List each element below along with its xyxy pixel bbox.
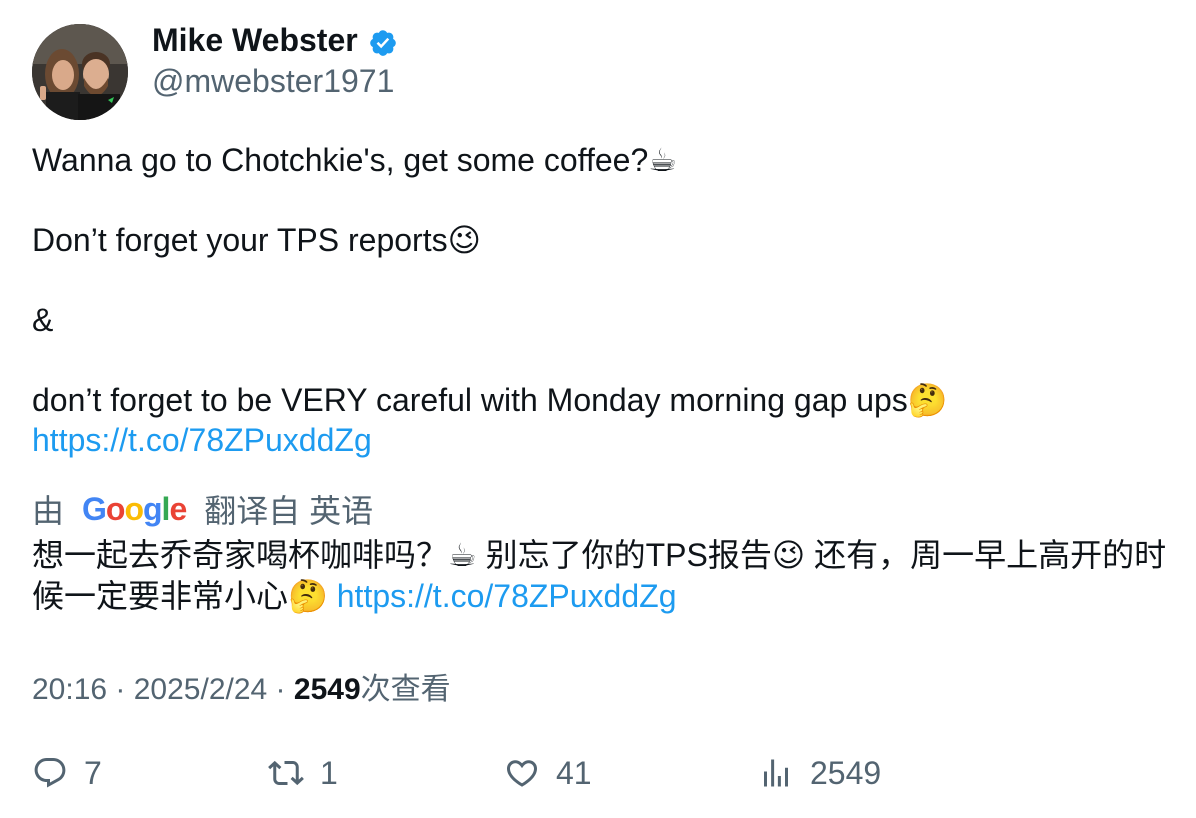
tweet-line: don’t forget to be VERY careful with Mon… (32, 382, 948, 418)
reply-icon (34, 758, 66, 788)
views-action-count: 2549 (810, 754, 882, 791)
tweet-meta: 20:16 · 2025/2/24 · 2549次查看 (32, 664, 451, 708)
heart-icon (506, 760, 538, 787)
translation-prefix: 由 (32, 493, 65, 529)
views-label: 次查看 (360, 673, 451, 706)
reply-count: 7 (84, 754, 102, 791)
tweet-card: Mike Webster @mwebster1971 Wanna go to C… (0, 0, 1196, 818)
tweet-line: & (32, 302, 54, 338)
meta-separator: · (267, 673, 294, 706)
reply-button[interactable]: 7 (32, 748, 102, 798)
analytics-icon (764, 759, 788, 787)
translated-text: 想一起去乔奇家喝杯咖啡吗？☕ 别忘了你的TPS报告😉 还有，周一早上高开的时候一… (32, 535, 1172, 617)
tweet-link[interactable]: https://t.co/78ZPuxddZg (32, 422, 372, 458)
translation-attribution: 由 Google 翻译自 英语 (32, 486, 373, 532)
author-name-row[interactable]: Mike Webster (152, 22, 398, 59)
views-count: 2549 (293, 673, 361, 706)
line-break (32, 340, 1172, 380)
tweet-date[interactable]: 2025/2/24 (134, 673, 267, 706)
line-break (32, 260, 1172, 300)
action-bar: 7 1 41 2549 (0, 748, 1196, 798)
retweet-count: 1 (320, 754, 338, 791)
avatar[interactable] (32, 24, 128, 120)
meta-separator: · (107, 673, 134, 706)
author-display-name[interactable]: Mike Webster (152, 22, 358, 59)
tweet-text: Wanna go to Chotchkie's, get some coffee… (32, 140, 1172, 460)
verified-badge-icon (368, 28, 398, 58)
like-count: 41 (556, 754, 592, 791)
translated-link[interactable]: https://t.co/78ZPuxddZg (337, 578, 677, 614)
tweet-line: Don’t forget your TPS reports😉 (32, 222, 481, 258)
author-handle[interactable]: @mwebster1971 (152, 63, 394, 100)
line-break (32, 180, 1172, 220)
tweet-time[interactable]: 20:16 (32, 673, 107, 706)
profile-photo-avatar (32, 24, 128, 120)
google-logo: Google (82, 490, 187, 527)
tweet-line: Wanna go to Chotchkie's, get some coffee… (32, 142, 677, 178)
retweet-button[interactable]: 1 (268, 748, 338, 798)
like-button[interactable]: 41 (504, 748, 592, 798)
views-button[interactable]: 2549 (758, 748, 881, 798)
translation-suffix: 翻译自 英语 (204, 493, 374, 529)
retweet-icon (268, 760, 304, 786)
